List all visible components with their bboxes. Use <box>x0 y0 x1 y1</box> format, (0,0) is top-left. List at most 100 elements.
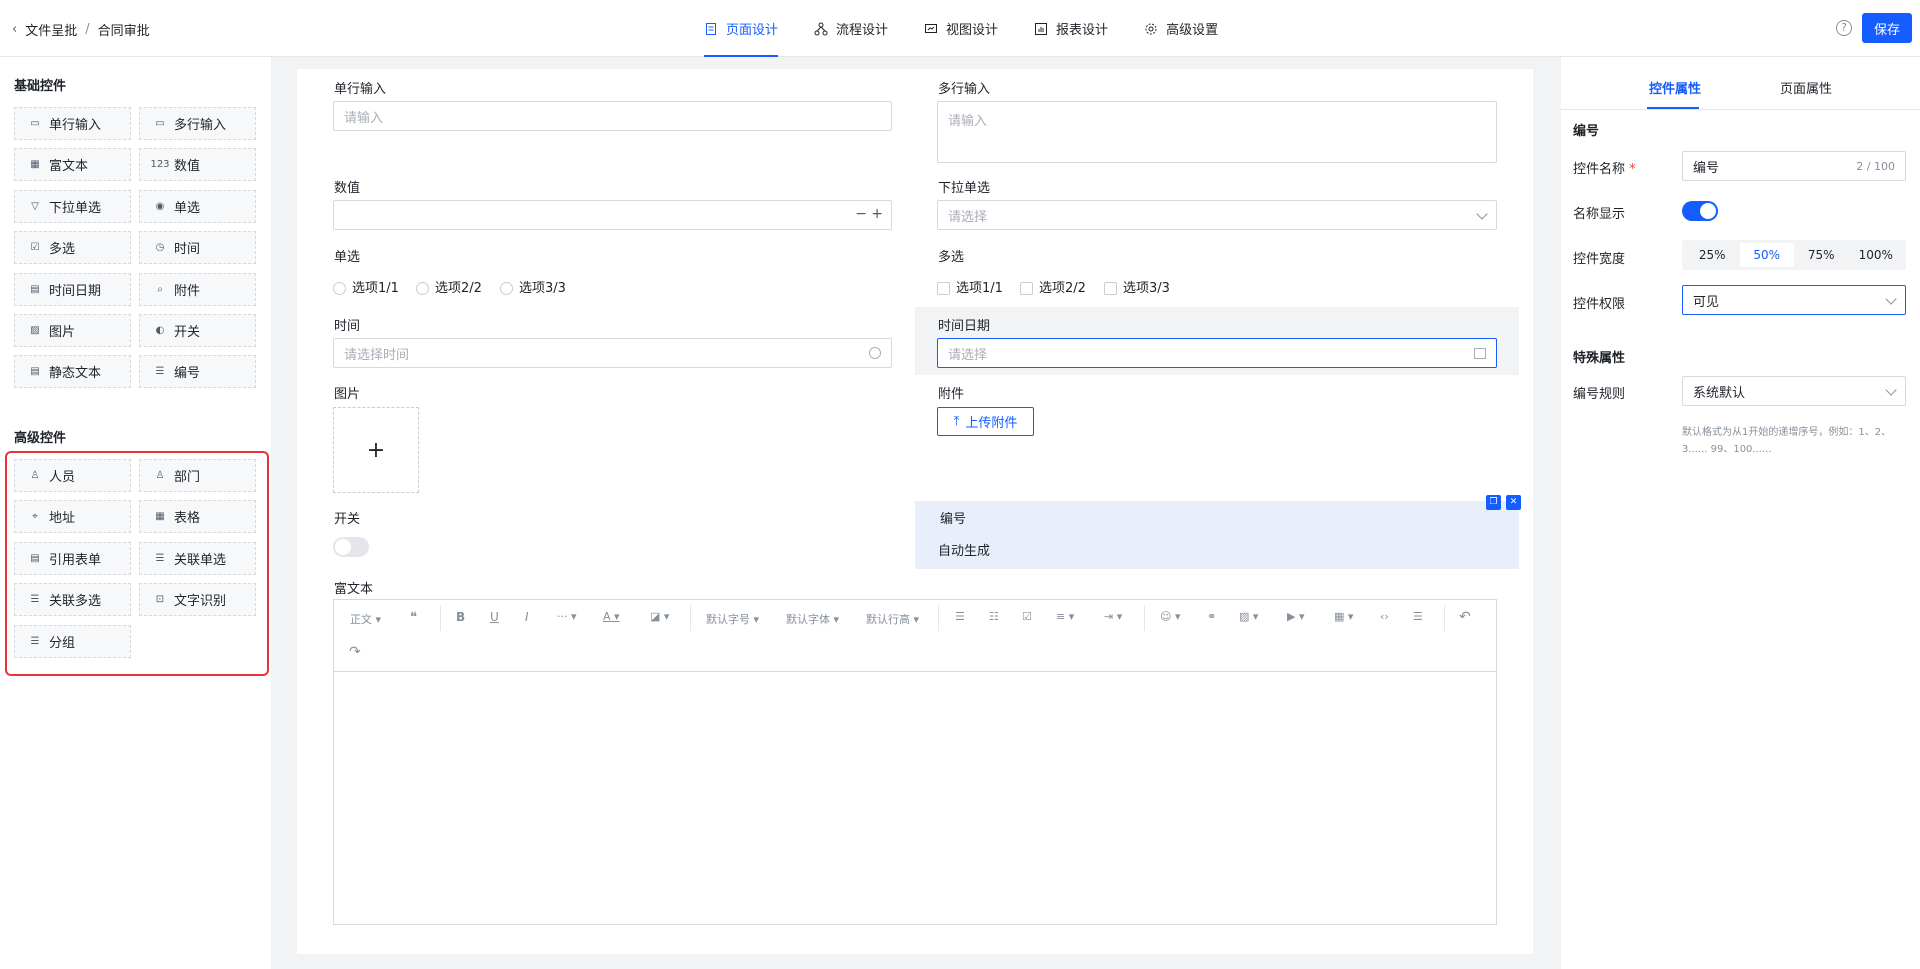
basic-control-item[interactable]: ▭ 单行输入 <box>14 107 131 140</box>
font-color-icon[interactable]: A ▾ <box>603 610 620 623</box>
radio-option[interactable]: 选项1/1 <box>333 277 399 296</box>
width-option-50[interactable]: 50% <box>1739 243 1794 267</box>
more-icon[interactable]: ··· ▾ <box>557 610 577 623</box>
undo-icon[interactable]: ↶ <box>1459 609 1471 625</box>
image-label: 图片 <box>334 387 361 402</box>
basic-control-item-icon: ☰ <box>155 366 165 378</box>
dropdown-select[interactable]: 请选择 <box>937 200 1497 230</box>
tab-page-properties[interactable]: 页面属性 <box>1780 78 1832 97</box>
quote-icon[interactable]: ❝ <box>410 610 417 625</box>
calendar-icon <box>1474 348 1486 359</box>
italic-icon[interactable]: I <box>525 610 529 624</box>
todo-icon[interactable]: ☑ <box>1022 610 1032 623</box>
font-size-select[interactable]: 默认字号 ▾ <box>706 611 759 627</box>
basic-control-item-icon: ▽ <box>31 200 39 212</box>
control-name-input[interactable]: 编号 2 / 100 <box>1682 151 1906 181</box>
tab-page-design[interactable]: 页面设计 <box>704 0 779 57</box>
image-insert-icon[interactable]: ▨ ▾ <box>1239 610 1258 623</box>
basic-control-item[interactable]: ☰ 编号 <box>139 355 256 389</box>
numbered-list-icon[interactable]: ☷ <box>989 610 999 623</box>
basic-control-item[interactable]: ▦ 富文本 <box>14 148 131 182</box>
checkbox-option[interactable]: 选项2/2 <box>1020 277 1086 296</box>
heading-select[interactable]: 正文 ▾ <box>350 611 381 627</box>
save-button[interactable]: 保存 <box>1862 13 1912 43</box>
checkbox-option[interactable]: 选项3/3 <box>1104 277 1170 296</box>
tab-view-design[interactable]: 视图设计 <box>924 0 998 57</box>
basic-control-item-label: 多行输入 <box>174 118 227 133</box>
radio-icon <box>416 282 429 295</box>
line-height-select[interactable]: 默认行高 ▾ <box>866 611 919 627</box>
basic-control-item[interactable]: ▤ 静态文本 <box>14 355 131 389</box>
checkbox-icon <box>1104 282 1117 295</box>
copy-icon[interactable]: ❐ <box>1486 495 1501 510</box>
number-field[interactable]: − + <box>333 200 892 230</box>
font-family-label: 默认字体 <box>786 613 830 626</box>
multi-input-field[interactable]: 请输入 <box>937 101 1497 163</box>
time-label: 时间 <box>334 319 361 334</box>
upload-attachment-button[interactable]: ⤒ 上传附件 <box>937 407 1034 436</box>
datetime-label: 时间日期 <box>938 319 991 334</box>
checkbox-option[interactable]: 选项1/1 <box>937 277 1003 296</box>
permission-select[interactable]: 可见 <box>1682 285 1906 315</box>
delete-icon[interactable]: ✕ <box>1506 495 1521 510</box>
switch-toggle[interactable] <box>333 537 369 557</box>
toolbar-separator <box>1144 605 1145 631</box>
tab-control-properties[interactable]: 控件属性 <box>1649 78 1701 97</box>
divider-icon[interactable]: ☰ <box>1413 610 1423 623</box>
tab-flow-design[interactable]: 流程设计 <box>814 0 888 57</box>
permission-label: 控件权限 <box>1573 297 1626 312</box>
advanced-controls-title: 高级控件 <box>14 431 67 446</box>
basic-control-item[interactable]: ◷ 时间 <box>139 231 256 265</box>
align-icon[interactable]: ≡ ▾ <box>1056 610 1074 623</box>
redo-icon[interactable]: ↷ <box>349 644 361 660</box>
single-input-field[interactable]: 请输入 <box>333 101 892 131</box>
radio-option[interactable]: 选项2/2 <box>416 277 482 296</box>
basic-control-item[interactable]: ▤ 时间日期 <box>14 272 131 306</box>
width-option-75[interactable]: 75% <box>1794 243 1849 267</box>
emoji-icon[interactable]: ☺ ▾ <box>1160 610 1181 623</box>
bg-color-icon[interactable]: ◪ ▾ <box>650 610 669 623</box>
serial-selected-block[interactable] <box>915 501 1519 569</box>
basic-control-item-label: 编号 <box>174 366 201 382</box>
width-option-100[interactable]: 100% <box>1849 243 1904 267</box>
table-insert-icon[interactable]: ▦ ▾ <box>1334 610 1353 623</box>
toolbar-divider <box>334 671 1496 672</box>
code-icon[interactable]: ‹› <box>1380 610 1389 623</box>
breadcrumb-item-parent[interactable]: 文件呈批 <box>25 20 77 39</box>
richtext-editor[interactable] <box>333 599 1497 925</box>
bullet-list-icon[interactable]: ☰ <box>955 610 965 623</box>
basic-control-item[interactable]: ▭ 多行输入 <box>139 107 256 140</box>
back-chevron-icon[interactable]: ‹ <box>12 22 17 37</box>
serial-rule-select[interactable]: 系统默认 <box>1682 376 1906 406</box>
width-option-25[interactable]: 25% <box>1685 243 1740 267</box>
indent-icon[interactable]: ⇥ ▾ <box>1104 610 1122 623</box>
tab-report-design[interactable]: 报表设计 <box>1034 0 1108 57</box>
bold-icon[interactable]: B <box>456 610 465 624</box>
datetime-field[interactable]: 请选择 <box>937 338 1497 368</box>
link-icon[interactable]: ⚭ <box>1207 610 1216 623</box>
basic-control-item[interactable]: 123 数值 <box>139 148 256 182</box>
video-icon[interactable]: ▶ ▾ <box>1287 610 1304 623</box>
radio-option[interactable]: 选项3/3 <box>500 277 566 296</box>
time-field[interactable]: 请选择时间 <box>333 338 892 368</box>
image-upload-box[interactable]: + <box>333 407 419 493</box>
basic-control-item[interactable]: ☑ 多选 <box>14 231 131 265</box>
tab-advanced-settings[interactable]: 高级设置 <box>1144 0 1218 57</box>
dropdown-label: 下拉单选 <box>938 181 991 196</box>
basic-control-item[interactable]: ▽ 下拉单选 <box>14 189 131 223</box>
switch-label: 开关 <box>334 512 361 527</box>
plus-icon[interactable]: + <box>871 206 883 222</box>
basic-control-item[interactable]: ▨ 图片 <box>14 314 131 347</box>
basic-control-item[interactable]: ⌕ 附件 <box>139 272 256 306</box>
checkbox-icon <box>937 282 950 295</box>
show-name-switch[interactable] <box>1682 201 1718 221</box>
basic-control-item[interactable]: ◐ 开关 <box>139 314 256 347</box>
font-family-select[interactable]: 默认字体 ▾ <box>786 611 839 627</box>
minus-icon[interactable]: − <box>855 206 867 222</box>
top-bar: ‹ 文件呈批 / 合同审批 页面设计 流程设计 视图设计 报表设计 高级设置 ?… <box>0 0 1920 57</box>
tab-label: 报表设计 <box>1056 23 1109 38</box>
underline-icon[interactable]: U <box>490 610 499 624</box>
help-icon[interactable]: ? <box>1836 20 1852 36</box>
basic-control-item[interactable]: ◉ 单选 <box>139 189 256 223</box>
datetime-placeholder: 请选择 <box>948 347 988 363</box>
